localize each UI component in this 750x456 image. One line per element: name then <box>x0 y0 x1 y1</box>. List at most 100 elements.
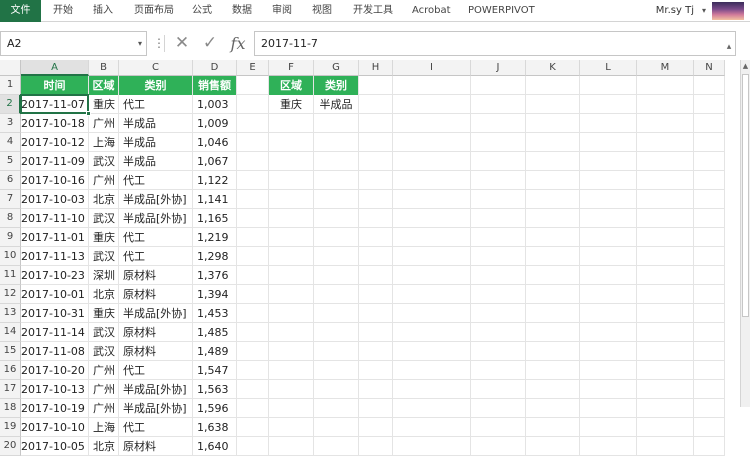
sales-cell[interactable]: 1,394 <box>193 285 236 304</box>
date-cell[interactable]: 2017-11-10 <box>21 209 88 228</box>
date-cell[interactable]: 2017-10-19 <box>21 399 88 418</box>
category-cell[interactable]: 原材料 <box>119 323 192 342</box>
sales-cell[interactable]: 1,046 <box>193 133 236 152</box>
date-cell[interactable]: 2017-11-09 <box>21 152 88 171</box>
row-header[interactable]: 12 <box>0 285 21 304</box>
chevron-down-icon[interactable]: ▾ <box>138 32 142 55</box>
sales-cell[interactable]: 1,122 <box>193 171 236 190</box>
date-cell[interactable]: 2017-11-07 <box>21 95 88 114</box>
column-header[interactable]: G <box>314 60 359 76</box>
sales-cell[interactable]: 1,141 <box>193 190 236 209</box>
category-cell[interactable]: 代工 <box>119 247 192 266</box>
ribbon-tab-6[interactable]: 数据 <box>232 0 252 22</box>
ribbon-tab-9[interactable]: 开发工具 <box>353 0 393 22</box>
date-cell[interactable]: 2017-10-10 <box>21 418 88 437</box>
category-cell[interactable]: 半成品 <box>119 152 192 171</box>
date-cell[interactable]: 2017-10-18 <box>21 114 88 133</box>
category-cell[interactable]: 原材料 <box>119 342 192 361</box>
sales-cell[interactable]: 1,547 <box>193 361 236 380</box>
category-cell[interactable]: 半成品[外协] <box>119 399 192 418</box>
region-cell[interactable]: 上海 <box>89 133 118 152</box>
sales-cell[interactable]: 1,003 <box>193 95 236 114</box>
row-header[interactable]: 4 <box>0 133 21 152</box>
user-menu-caret-icon[interactable]: ▾ <box>702 0 706 22</box>
criteria-header-cell[interactable]: 类别 <box>314 76 358 95</box>
sales-cell[interactable]: 1,489 <box>193 342 236 361</box>
criteria-value-cell[interactable]: 重庆 <box>269 95 313 114</box>
region-cell[interactable]: 广州 <box>89 361 118 380</box>
column-header[interactable]: J <box>471 60 526 76</box>
category-cell[interactable]: 半成品 <box>119 114 192 133</box>
name-box[interactable]: A2 ▾ <box>0 31 147 56</box>
row-header[interactable]: 1 <box>0 76 21 95</box>
date-cell[interactable]: 2017-10-13 <box>21 380 88 399</box>
category-cell[interactable]: 原材料 <box>119 285 192 304</box>
column-header[interactable]: N <box>694 60 725 76</box>
column-header[interactable]: I <box>393 60 471 76</box>
row-header[interactable]: 13 <box>0 304 21 323</box>
date-cell[interactable]: 2017-10-31 <box>21 304 88 323</box>
row-header[interactable]: 8 <box>0 209 21 228</box>
column-header[interactable]: F <box>269 60 314 76</box>
row-header[interactable]: 3 <box>0 114 21 133</box>
category-cell[interactable]: 代工 <box>119 361 192 380</box>
category-cell[interactable]: 半成品[外协] <box>119 304 192 323</box>
ribbon-tab-8[interactable]: 视图 <box>312 0 332 22</box>
table-header-cell[interactable]: 时间 <box>21 76 88 95</box>
criteria-value-cell[interactable]: 半成品 <box>314 95 358 114</box>
sales-cell[interactable]: 1,563 <box>193 380 236 399</box>
table-header-cell[interactable]: 区域 <box>89 76 118 95</box>
ribbon-tab-3[interactable]: 插入 <box>93 0 113 22</box>
column-header[interactable]: C <box>119 60 193 76</box>
sales-cell[interactable]: 1,219 <box>193 228 236 247</box>
region-cell[interactable]: 广州 <box>89 399 118 418</box>
date-cell[interactable]: 2017-10-23 <box>21 266 88 285</box>
column-header[interactable]: L <box>580 60 637 76</box>
date-cell[interactable]: 2017-10-05 <box>21 437 88 456</box>
region-cell[interactable]: 重庆 <box>89 95 118 114</box>
collapse-formula-bar-icon[interactable]: ▴ <box>723 36 735 59</box>
avatar[interactable] <box>712 2 744 20</box>
date-cell[interactable]: 2017-10-12 <box>21 133 88 152</box>
ribbon-tab-4[interactable]: 页面布局 <box>134 0 174 22</box>
sales-cell[interactable]: 1,638 <box>193 418 236 437</box>
sales-cell[interactable]: 1,298 <box>193 247 236 266</box>
column-header[interactable]: A <box>21 60 89 76</box>
row-header[interactable]: 19 <box>0 418 21 437</box>
region-cell[interactable]: 武汉 <box>89 209 118 228</box>
vertical-scrollbar[interactable]: ▲ <box>740 60 750 407</box>
table-header-cell[interactable]: 销售额 <box>193 76 236 95</box>
date-cell[interactable]: 2017-11-14 <box>21 323 88 342</box>
cancel-icon[interactable]: ✕ <box>170 31 194 56</box>
category-cell[interactable]: 半成品[外协] <box>119 190 192 209</box>
row-header[interactable]: 17 <box>0 380 21 399</box>
region-cell[interactable]: 北京 <box>89 437 118 456</box>
table-header-cell[interactable]: 类别 <box>119 76 192 95</box>
row-header[interactable]: 2 <box>0 95 21 114</box>
category-cell[interactable]: 原材料 <box>119 266 192 285</box>
category-cell[interactable]: 半成品[外协] <box>119 380 192 399</box>
sales-cell[interactable]: 1,485 <box>193 323 236 342</box>
date-cell[interactable]: 2017-11-01 <box>21 228 88 247</box>
criteria-header-cell[interactable]: 区域 <box>269 76 313 95</box>
category-cell[interactable]: 半成品[外协] <box>119 209 192 228</box>
row-header[interactable]: 14 <box>0 323 21 342</box>
region-cell[interactable]: 北京 <box>89 190 118 209</box>
date-cell[interactable]: 2017-10-01 <box>21 285 88 304</box>
category-cell[interactable]: 半成品 <box>119 133 192 152</box>
insert-function-icon[interactable]: fx <box>226 31 250 56</box>
sales-cell[interactable]: 1,453 <box>193 304 236 323</box>
column-header[interactable]: E <box>237 60 269 76</box>
column-header[interactable]: H <box>359 60 393 76</box>
scrollbar-thumb[interactable] <box>742 74 749 317</box>
enter-icon[interactable]: ✓ <box>198 31 222 56</box>
region-cell[interactable]: 深圳 <box>89 266 118 285</box>
formula-input[interactable]: 2017-11-7 ▴ <box>254 31 736 56</box>
date-cell[interactable]: 2017-10-03 <box>21 190 88 209</box>
row-header[interactable]: 6 <box>0 171 21 190</box>
sales-cell[interactable]: 1,009 <box>193 114 236 133</box>
category-cell[interactable]: 代工 <box>119 171 192 190</box>
sales-cell[interactable]: 1,067 <box>193 152 236 171</box>
sales-cell[interactable]: 1,596 <box>193 399 236 418</box>
ribbon-tab-7[interactable]: 审阅 <box>272 0 292 22</box>
